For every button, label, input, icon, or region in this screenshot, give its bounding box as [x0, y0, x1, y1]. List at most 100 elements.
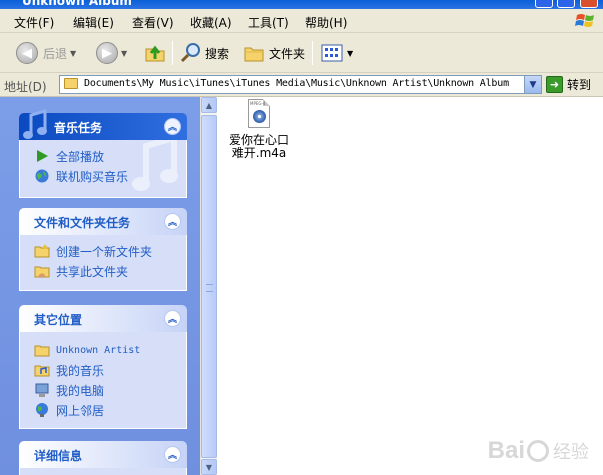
menu-file[interactable]: 文件(F) [14, 14, 54, 31]
place-network[interactable]: 网上邻居 [20, 400, 186, 420]
address-label: 地址(D) [4, 80, 47, 94]
search-button[interactable]: 搜索 [180, 39, 229, 67]
close-button[interactable] [580, 0, 598, 8]
scroll-down-icon[interactable]: ▼ [201, 459, 217, 475]
panel-title: 详细信息 [34, 449, 83, 463]
music-tasks-panel: 音乐任务 ︽ 全部播放 联机购买音乐 [19, 109, 187, 198]
place-my-computer[interactable]: 我的电脑 [20, 380, 186, 400]
task-new-folder[interactable]: 创建一个新文件夹 [20, 241, 186, 261]
go-arrow-icon: ➜ [546, 76, 563, 93]
back-button[interactable]: ◀ 后退 ▼ [16, 39, 76, 67]
music-tasks-body: 全部播放 联机购买音乐 [19, 140, 187, 198]
panel-title: 其它位置 [34, 313, 83, 327]
collapse-chevron-icon[interactable]: ︽ [164, 213, 181, 230]
task-share-folder[interactable]: 共享此文件夹 [20, 261, 186, 281]
title-bar: Unknown Album [0, 0, 603, 9]
details-body [19, 468, 187, 475]
window-title: Unknown Album [22, 0, 132, 8]
forward-button[interactable]: ▶ ▼ [96, 39, 127, 67]
toolbar: ◀ 后退 ▼ ▶ ▼ 搜索 文件夹 ▼ [0, 33, 603, 73]
chevron-down-icon: ▼ [347, 48, 354, 58]
address-bar: 地址(D) Documents\My Music\iTunes\iTunes M… [0, 73, 603, 97]
m4a-file-icon: MPEG-4 [248, 99, 270, 128]
music-folder-icon [34, 362, 50, 378]
task-pane-scrollbar[interactable]: ▲ ▼ [200, 97, 217, 475]
address-path: Documents\My Music\iTunes\iTunes Media\M… [84, 78, 509, 89]
place-label: 我的音乐 [56, 363, 105, 378]
collapse-chevron-icon[interactable]: ︽ [164, 446, 181, 463]
new-folder-icon [34, 243, 50, 259]
details-panel: 详细信息 ︽ [19, 441, 187, 475]
place-label: Unknown Artist [56, 344, 141, 356]
task-label: 共享此文件夹 [56, 264, 129, 279]
place-label: 我的电脑 [56, 383, 105, 398]
file-name-line: 难开.m4a [231, 146, 287, 160]
forward-arrow-icon: ▶ [96, 42, 118, 64]
menu-tools[interactable]: 工具(T) [248, 14, 289, 31]
search-label: 搜索 [205, 46, 230, 61]
folders-label: 文件夹 [269, 46, 306, 61]
collapse-chevron-icon[interactable]: ︽ [164, 118, 181, 135]
music-tasks-header[interactable]: 音乐任务 ︽ [19, 109, 187, 140]
globe-icon [34, 168, 50, 184]
watermark-text-2: 经验 [553, 442, 589, 463]
go-label: 转到 [567, 78, 592, 92]
play-icon [34, 148, 50, 164]
file-view: MPEG-4 爱你在心口 难开.m4a Bai 经验 [217, 97, 603, 475]
file-type-tag: MPEG-4 [250, 101, 266, 106]
baidu-watermark: Bai 经验 [488, 437, 589, 465]
task-label: 全部播放 [56, 149, 105, 164]
file-name: 爱你在心口 难开.m4a [221, 134, 297, 160]
views-button[interactable]: ▼ [320, 39, 353, 67]
maximize-button[interactable] [557, 0, 575, 8]
scrollbar-thumb[interactable] [201, 115, 217, 458]
task-label: 联机购买音乐 [56, 169, 129, 184]
back-label: 后退 [43, 46, 68, 61]
file-name-line: 爱你在心口 [228, 133, 289, 147]
menu-favorites[interactable]: 收藏(A) [190, 14, 232, 31]
toolbar-separator [172, 41, 173, 65]
file-folder-tasks-body: 创建一个新文件夹 共享此文件夹 [19, 235, 187, 291]
explorer-window: Unknown Album 文件(F) 编辑(E) 查看(V) 收藏(A) 工具… [0, 0, 603, 475]
views-grid-icon [321, 44, 343, 62]
file-folder-tasks-header[interactable]: 文件和文件夹任务 ︽ [19, 208, 187, 235]
back-arrow-icon: ◀ [16, 42, 38, 64]
folder-icon [34, 342, 50, 358]
place-unknown-artist[interactable]: Unknown Artist [20, 340, 186, 360]
other-places-header[interactable]: 其它位置 ︽ [19, 305, 187, 332]
collapse-chevron-icon[interactable]: ︽ [164, 310, 181, 327]
up-folder-button[interactable] [144, 39, 166, 67]
toolbar-separator [312, 41, 313, 65]
task-label: 创建一个新文件夹 [56, 244, 153, 259]
address-input[interactable]: Documents\My Music\iTunes\iTunes Media\M… [59, 75, 542, 94]
folders-button[interactable]: 文件夹 [243, 39, 305, 67]
task-pane: 音乐任务 ︽ 全部播放 联机购买音乐 文件和文件夹任务 ︽ 创建一个新文件夹 共… [0, 97, 200, 475]
place-label: 网上邻居 [56, 403, 105, 418]
other-places-panel: 其它位置 ︽ Unknown Artist 我的音乐 我的电脑 网上邻居 [19, 305, 187, 429]
panel-title: 音乐任务 [54, 121, 103, 135]
file-folder-tasks-panel: 文件和文件夹任务 ︽ 创建一个新文件夹 共享此文件夹 [19, 208, 187, 291]
minimize-button[interactable] [535, 0, 553, 8]
windows-logo-icon [575, 14, 594, 27]
menu-edit[interactable]: 编辑(E) [73, 14, 114, 31]
folder-icon [244, 47, 264, 62]
menu-help[interactable]: 帮助(H) [305, 14, 347, 31]
chevron-down-icon[interactable]: ▼ [524, 76, 541, 93]
chevron-down-icon: ▼ [70, 48, 77, 58]
file-item[interactable]: MPEG-4 爱你在心口 难开.m4a [221, 99, 297, 160]
go-button[interactable]: ➜ 转到 [546, 76, 591, 93]
folder-up-icon [145, 45, 165, 62]
scroll-up-icon[interactable]: ▲ [201, 97, 217, 113]
music-note-icon [23, 109, 47, 139]
menu-bar: 文件(F) 编辑(E) 查看(V) 收藏(A) 工具(T) 帮助(H) [0, 9, 603, 33]
chevron-down-icon: ▼ [121, 48, 128, 58]
details-header[interactable]: 详细信息 ︽ [19, 441, 187, 468]
folder-icon [64, 78, 78, 89]
other-places-body: Unknown Artist 我的音乐 我的电脑 网上邻居 [19, 332, 187, 429]
music-note-watermark-icon [132, 140, 178, 191]
paw-icon [527, 440, 549, 462]
network-globe-icon [34, 402, 50, 418]
place-my-music[interactable]: 我的音乐 [20, 360, 186, 380]
menu-view[interactable]: 查看(V) [132, 14, 174, 31]
watermark-text: Bai [487, 437, 525, 464]
